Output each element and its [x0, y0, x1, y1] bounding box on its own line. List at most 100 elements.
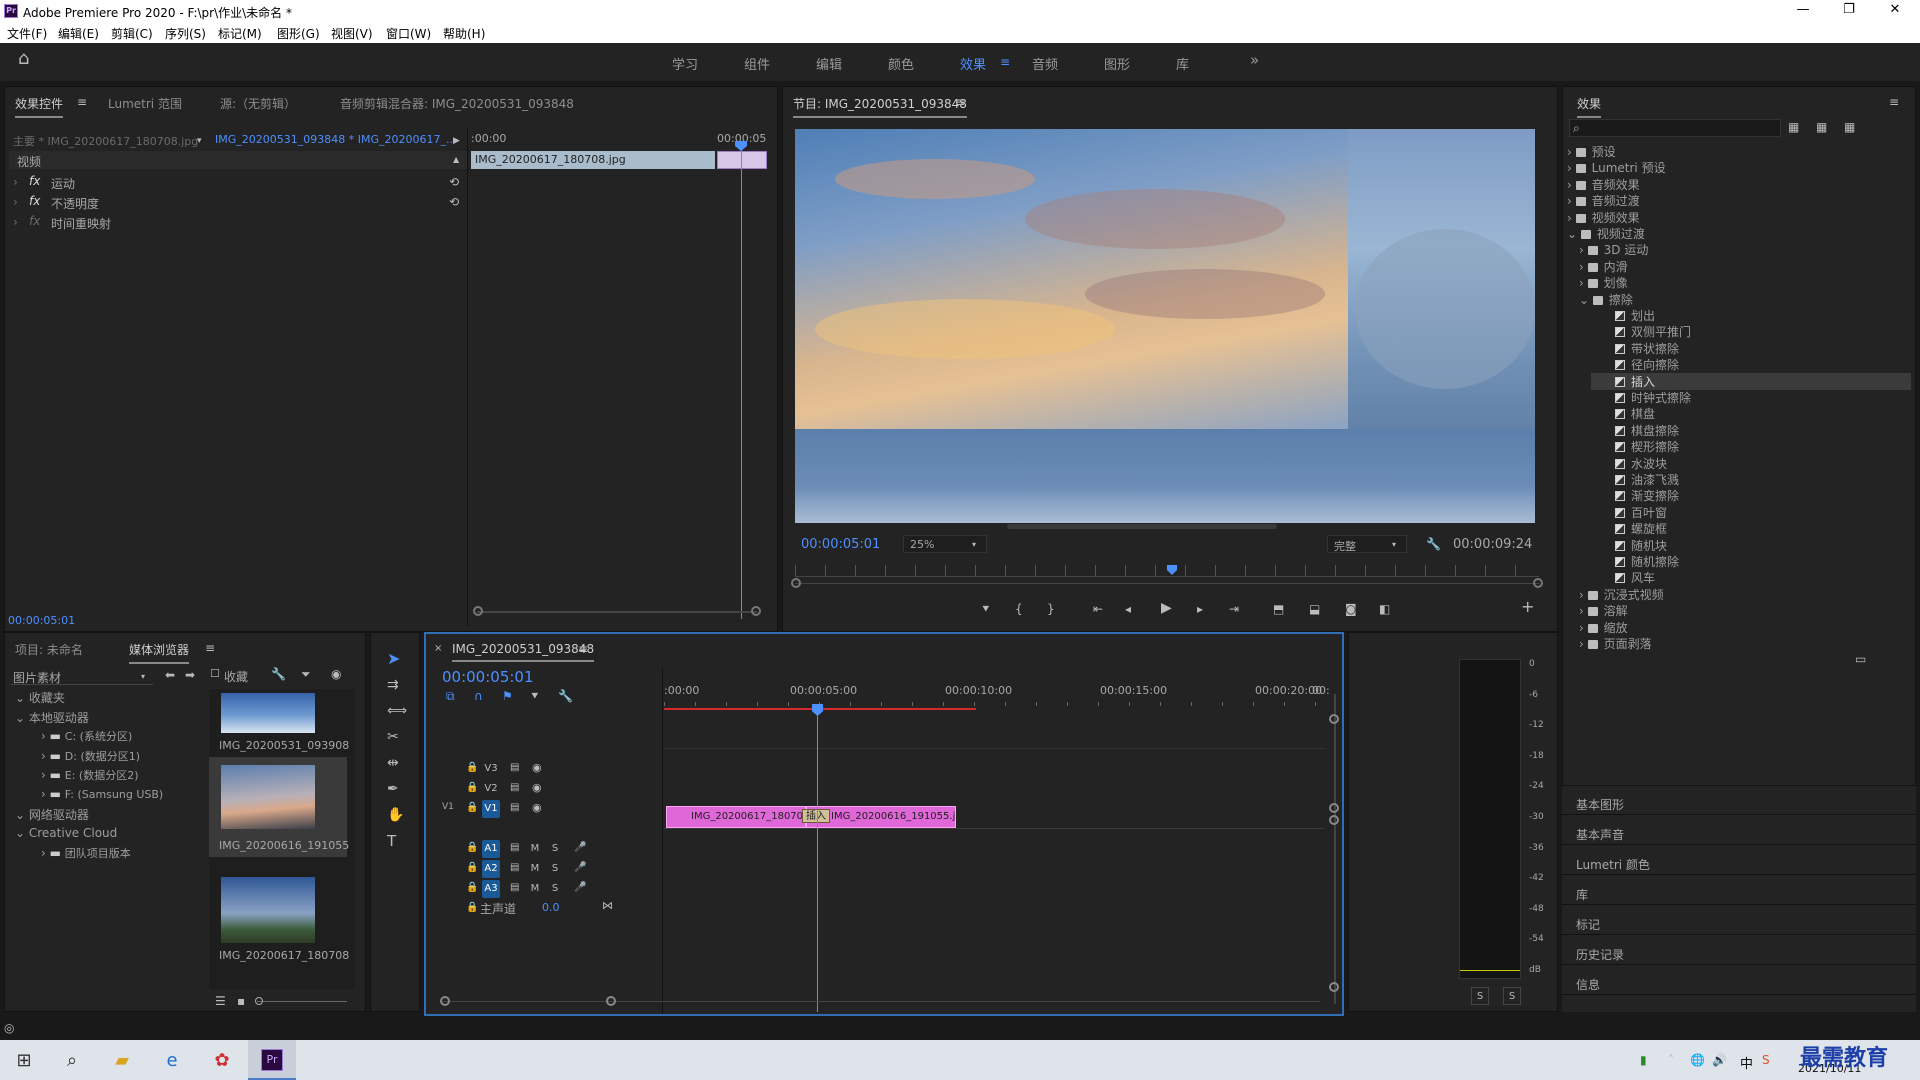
lock-icon[interactable]: 🔒	[466, 762, 478, 774]
play-icon[interactable]: ▶	[1161, 601, 1172, 615]
zoom-handle-right[interactable]	[1533, 578, 1543, 588]
hand-tool-icon[interactable]: ✋	[387, 808, 404, 822]
video-frame[interactable]	[795, 129, 1535, 523]
chevron-down-icon[interactable]: ⌄	[1567, 227, 1581, 241]
wrench-icon[interactable]: 🔧	[271, 668, 286, 680]
tab-project[interactable]: 项目: 未命名	[15, 641, 83, 658]
sync-lock-icon[interactable]: ▤	[510, 762, 519, 774]
workspace-graphics[interactable]: 图形	[1104, 54, 1130, 73]
tab-audio-mixer[interactable]: 音频剪辑混合器: IMG_20200531_093848	[340, 95, 574, 112]
chevron-right-icon[interactable]: ›	[1579, 604, 1588, 618]
linked-selection-icon[interactable]: ⚑	[502, 690, 513, 702]
scroll-handle[interactable]	[1329, 803, 1339, 813]
fx-badge[interactable]: fx	[29, 174, 40, 188]
mark-in-icon[interactable]: {	[1015, 603, 1023, 615]
effect-item[interactable]: 径向擦除	[1591, 356, 1911, 373]
scroll-handle[interactable]	[1329, 982, 1339, 992]
edge-browser-icon[interactable]: e	[150, 1044, 194, 1078]
track-target-v2[interactable]: V2	[482, 780, 500, 798]
effect-folder[interactable]: › 音频效果	[1567, 176, 1911, 193]
prop-motion[interactable]: › fx 运动 ⟲	[9, 173, 467, 191]
menu-file[interactable]: 文件(F)	[7, 25, 47, 42]
workspace-effects[interactable]: 效果	[960, 54, 986, 73]
side-section-tab[interactable]: 信息	[1576, 976, 1600, 993]
lock-icon[interactable]: 🔒	[466, 802, 478, 814]
hscroll-handle-left[interactable]	[440, 996, 450, 1006]
side-section-tab[interactable]: 历史记录	[1576, 946, 1624, 963]
effect-folder[interactable]: › 预设	[1567, 143, 1911, 160]
monitor-scrollbar[interactable]	[1007, 524, 1277, 529]
eye-icon[interactable]: ◉	[532, 762, 542, 774]
wrench-icon[interactable]: 🔧	[1426, 538, 1441, 550]
nest-icon[interactable]: ⧉	[446, 690, 455, 702]
premiere-taskbar-button[interactable]: Pr	[248, 1040, 296, 1080]
32bit-effects-icon[interactable]: ▦	[1816, 121, 1827, 133]
effect-folder[interactable]: ⌄ 视频过渡	[1567, 225, 1911, 242]
menu-sequence[interactable]: 序列(S)	[165, 25, 206, 42]
pen-tool-icon[interactable]: ✒	[387, 782, 399, 796]
effect-item[interactable]: 百叶窗	[1591, 504, 1911, 521]
track-target-v3[interactable]: V3	[482, 760, 500, 778]
ec-zoom-handle-right[interactable]	[751, 606, 761, 616]
app-icon[interactable]: ✿	[200, 1044, 244, 1078]
type-tool-icon[interactable]: T	[387, 834, 396, 849]
hscroll-handle-right[interactable]	[606, 996, 616, 1006]
chevron-right-icon[interactable]: ›	[13, 175, 18, 189]
chevron-down-icon[interactable]: ⌄	[15, 711, 29, 725]
effect-folder[interactable]: › 页面剥落	[1579, 635, 1911, 652]
sogou-icon[interactable]: S	[1762, 1054, 1770, 1066]
chevron-right-icon[interactable]: ›	[1567, 161, 1576, 175]
chevron-right-icon[interactable]: ›	[1567, 211, 1576, 225]
filter-icon[interactable]: ⏷	[301, 668, 311, 680]
yuv-effects-icon[interactable]: ▦	[1844, 121, 1855, 133]
thumbnail-label[interactable]: IMG_20200616_191055	[219, 839, 349, 852]
go-to-in-out-icon[interactable]: ⋈	[602, 900, 613, 912]
master-volume-value[interactable]: 0.0	[542, 901, 560, 914]
program-timecode[interactable]: 00:00:05:01	[801, 537, 880, 552]
add-marker-icon[interactable]: ⯆	[530, 690, 540, 702]
collect-label[interactable]: 收藏	[224, 668, 248, 685]
list-view-icon[interactable]: ☰	[215, 995, 226, 1007]
solo-button[interactable]: S	[546, 880, 564, 898]
razor-tool-icon[interactable]: ✂	[387, 730, 399, 744]
workspace-editing[interactable]: 编辑	[816, 54, 842, 73]
chevron-right-icon[interactable]: ›	[1579, 243, 1588, 257]
mic-icon[interactable]: 🎤	[574, 862, 586, 874]
mute-button[interactable]: M	[526, 860, 544, 878]
file-explorer-icon[interactable]: ▰	[100, 1044, 144, 1078]
go-to-out-icon[interactable]: ⇥	[1229, 603, 1239, 615]
chevron-down-icon[interactable]: ⌄	[15, 691, 29, 705]
mute-button[interactable]: M	[526, 880, 544, 898]
panel-menu-icon[interactable]: ≡	[1889, 96, 1899, 108]
effect-item[interactable]: 棋盘擦除	[1591, 422, 1911, 439]
chevron-right-icon[interactable]: ›	[1579, 260, 1588, 274]
track-select-tool-icon[interactable]: ⇉	[387, 678, 399, 692]
ec-transition-bar[interactable]	[717, 151, 767, 169]
tray-icon[interactable]: ▮	[1640, 1054, 1647, 1066]
effects-search-input[interactable]: ⌕	[1569, 119, 1781, 137]
workspace-color[interactable]: 颜色	[888, 54, 914, 73]
effect-folder[interactable]: › 内滑	[1579, 258, 1911, 275]
chevron-down-icon[interactable]: ⌄	[15, 808, 29, 822]
chevron-right-icon[interactable]: ›	[1567, 178, 1576, 192]
solo-button[interactable]: S	[546, 860, 564, 878]
monitor-zoom-bar[interactable]	[795, 583, 1539, 584]
tree-item[interactable]: › ▬ 团队项目版本	[41, 845, 131, 861]
volume-icon[interactable]: 🔊	[1712, 1054, 1727, 1066]
workspace-audio[interactable]: 音频	[1032, 54, 1058, 73]
chevron-right-icon[interactable]: ›	[1579, 637, 1588, 651]
side-section-tab[interactable]: 标记	[1576, 916, 1600, 933]
minimize-button[interactable]: —	[1780, 0, 1826, 22]
chevron-right-icon[interactable]: ›	[41, 846, 50, 860]
menu-graphics[interactable]: 图形(G)	[277, 25, 320, 42]
fx-badge[interactable]: fx	[29, 194, 40, 208]
reset-icon[interactable]: ⟲	[449, 196, 459, 208]
effect-folder[interactable]: ⌄ 擦除	[1579, 291, 1911, 308]
effect-folder[interactable]: › Lumetri 预设	[1567, 159, 1911, 176]
effect-item[interactable]: 划出	[1591, 307, 1911, 324]
sync-lock-icon[interactable]: ▤	[510, 842, 519, 854]
effect-item[interactable]: 带状擦除	[1591, 340, 1911, 357]
chevron-right-icon[interactable]: ›	[41, 768, 50, 782]
chevron-right-icon[interactable]: ›	[1579, 621, 1588, 635]
lock-icon[interactable]: 🔒	[466, 902, 478, 914]
